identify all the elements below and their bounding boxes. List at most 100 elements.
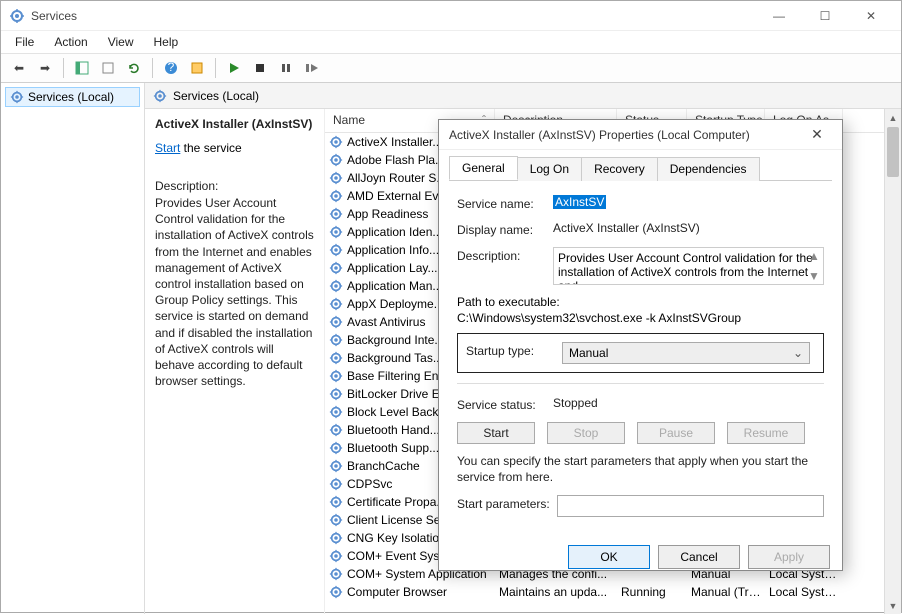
- path-label: Path to executable:: [457, 295, 824, 309]
- back-button[interactable]: ⬅: [7, 56, 31, 80]
- service-name: Background Tas...: [347, 351, 443, 365]
- toolbar-separator: [152, 58, 153, 78]
- gear-icon: [329, 477, 343, 491]
- start-button[interactable]: Start: [457, 422, 535, 444]
- stop-service-button[interactable]: [248, 56, 272, 80]
- tab-logon[interactable]: Log On: [517, 157, 582, 181]
- start-link[interactable]: Start: [155, 141, 180, 155]
- startup-type-select[interactable]: Manual ⌄: [562, 342, 810, 364]
- scroll-down-icon[interactable]: ▼: [808, 269, 822, 283]
- tree-root-label: Services (Local): [28, 90, 114, 104]
- service-name: Certificate Propa...: [347, 495, 446, 509]
- vertical-scrollbar[interactable]: ▲ ▼: [884, 109, 901, 614]
- service-name: Block Level Back...: [347, 405, 448, 419]
- service-name: Application Info...: [347, 243, 439, 257]
- start-params-input[interactable]: [557, 495, 824, 517]
- service-name: BitLocker Drive E...: [347, 387, 450, 401]
- gear-icon: [329, 513, 343, 527]
- cancel-button[interactable]: Cancel: [658, 545, 740, 569]
- pause-service-button[interactable]: [274, 56, 298, 80]
- service-name: AllJoyn Router S...: [347, 171, 446, 185]
- dlg-description-label: Description:: [457, 247, 553, 263]
- gear-icon: [329, 423, 343, 437]
- scroll-thumb[interactable]: [887, 127, 899, 177]
- tab-dependencies[interactable]: Dependencies: [657, 157, 760, 181]
- gear-icon: [329, 441, 343, 455]
- content-header-label: Services (Local): [173, 89, 259, 103]
- properties-icon: [190, 61, 204, 75]
- description-text: Provides User Account Control validation…: [155, 195, 314, 389]
- refresh-button[interactable]: [122, 56, 146, 80]
- menu-action[interactable]: Action: [46, 33, 95, 51]
- divider: [457, 383, 824, 384]
- properties-dialog: ActiveX Installer (AxInstSV) Properties …: [438, 119, 843, 571]
- scroll-up-icon[interactable]: ▲: [808, 249, 822, 263]
- help-button[interactable]: ?: [159, 56, 183, 80]
- dlg-description-box[interactable]: Provides User Account Control validation…: [553, 247, 824, 285]
- scroll-down-icon[interactable]: ▼: [885, 597, 901, 614]
- selected-service-name: ActiveX Installer (AxInstSV): [155, 117, 314, 131]
- menu-view[interactable]: View: [100, 33, 142, 51]
- start-params-label: Start parameters:: [457, 495, 557, 511]
- chevron-down-icon: ⌄: [793, 346, 803, 360]
- service-row[interactable]: Computer BrowserMaintains an upda...Runn…: [325, 583, 901, 601]
- close-button[interactable]: ✕: [849, 2, 893, 30]
- ok-button[interactable]: OK: [568, 545, 650, 569]
- service-name: BranchCache: [347, 459, 420, 473]
- service-status-label: Service status:: [457, 396, 553, 412]
- detail-pane: ActiveX Installer (AxInstSV) Start the s…: [145, 109, 325, 614]
- dialog-close-button[interactable]: ✕: [802, 120, 832, 150]
- display-name-value: ActiveX Installer (AxInstSV): [553, 221, 824, 235]
- gear-icon: [329, 207, 343, 221]
- description-label: Description:: [155, 179, 314, 193]
- stop-button: Stop: [547, 422, 625, 444]
- service-name: Client License Se...: [347, 513, 450, 527]
- service-name-value[interactable]: AxInstSV: [553, 195, 606, 209]
- gear-icon: [329, 297, 343, 311]
- service-name: Computer Browser: [347, 585, 447, 599]
- toolbar-separator: [215, 58, 216, 78]
- service-name: Adobe Flash Pla...: [347, 153, 445, 167]
- display-name-label: Display name:: [457, 221, 553, 237]
- properties-button[interactable]: [185, 56, 209, 80]
- service-name: Bluetooth Hand...: [347, 423, 440, 437]
- service-name: Background Inte...: [347, 333, 444, 347]
- tree-root-services-local[interactable]: Services (Local): [5, 87, 140, 107]
- restart-service-button[interactable]: [300, 56, 324, 80]
- tab-general[interactable]: General: [449, 156, 518, 180]
- stop-icon: [254, 62, 266, 74]
- pause-icon: [280, 62, 292, 74]
- gear-icon: [329, 333, 343, 347]
- gear-icon: [329, 279, 343, 293]
- toolbar-separator: [63, 58, 64, 78]
- tree-pane: Services (Local): [1, 83, 145, 614]
- maximize-button[interactable]: ☐: [803, 2, 847, 30]
- titlebar: Services — ☐ ✕: [1, 1, 901, 31]
- gear-icon: [329, 567, 343, 581]
- show-hide-tree-button[interactable]: [70, 56, 94, 80]
- menu-help[interactable]: Help: [146, 33, 187, 51]
- menu-file[interactable]: File: [7, 33, 42, 51]
- scroll-up-icon[interactable]: ▲: [885, 109, 901, 126]
- svg-text:?: ?: [168, 61, 175, 74]
- dialog-body: Service name: AxInstSV Display name: Act…: [449, 180, 832, 535]
- service-name: Bluetooth Supp...: [347, 441, 439, 455]
- pause-button: Pause: [637, 422, 715, 444]
- resume-button: Resume: [727, 422, 805, 444]
- help-icon: ?: [164, 61, 178, 75]
- window-title: Services: [31, 9, 757, 23]
- menubar: File Action View Help: [1, 31, 901, 53]
- start-service-button[interactable]: [222, 56, 246, 80]
- service-name: CDPSvc: [347, 477, 392, 491]
- gear-icon: [329, 585, 343, 599]
- minimize-button[interactable]: —: [757, 2, 801, 30]
- forward-button[interactable]: ➡: [33, 56, 57, 80]
- export-icon: [101, 61, 115, 75]
- dialog-titlebar[interactable]: ActiveX Installer (AxInstSV) Properties …: [439, 120, 842, 150]
- tab-recovery[interactable]: Recovery: [581, 157, 658, 181]
- service-name: AMD External Ev...: [347, 189, 447, 203]
- gear-icon: [10, 90, 24, 104]
- path-value: C:\Windows\system32\svchost.exe -k AxIns…: [457, 311, 824, 325]
- content-header: Services (Local): [145, 83, 901, 109]
- export-button[interactable]: [96, 56, 120, 80]
